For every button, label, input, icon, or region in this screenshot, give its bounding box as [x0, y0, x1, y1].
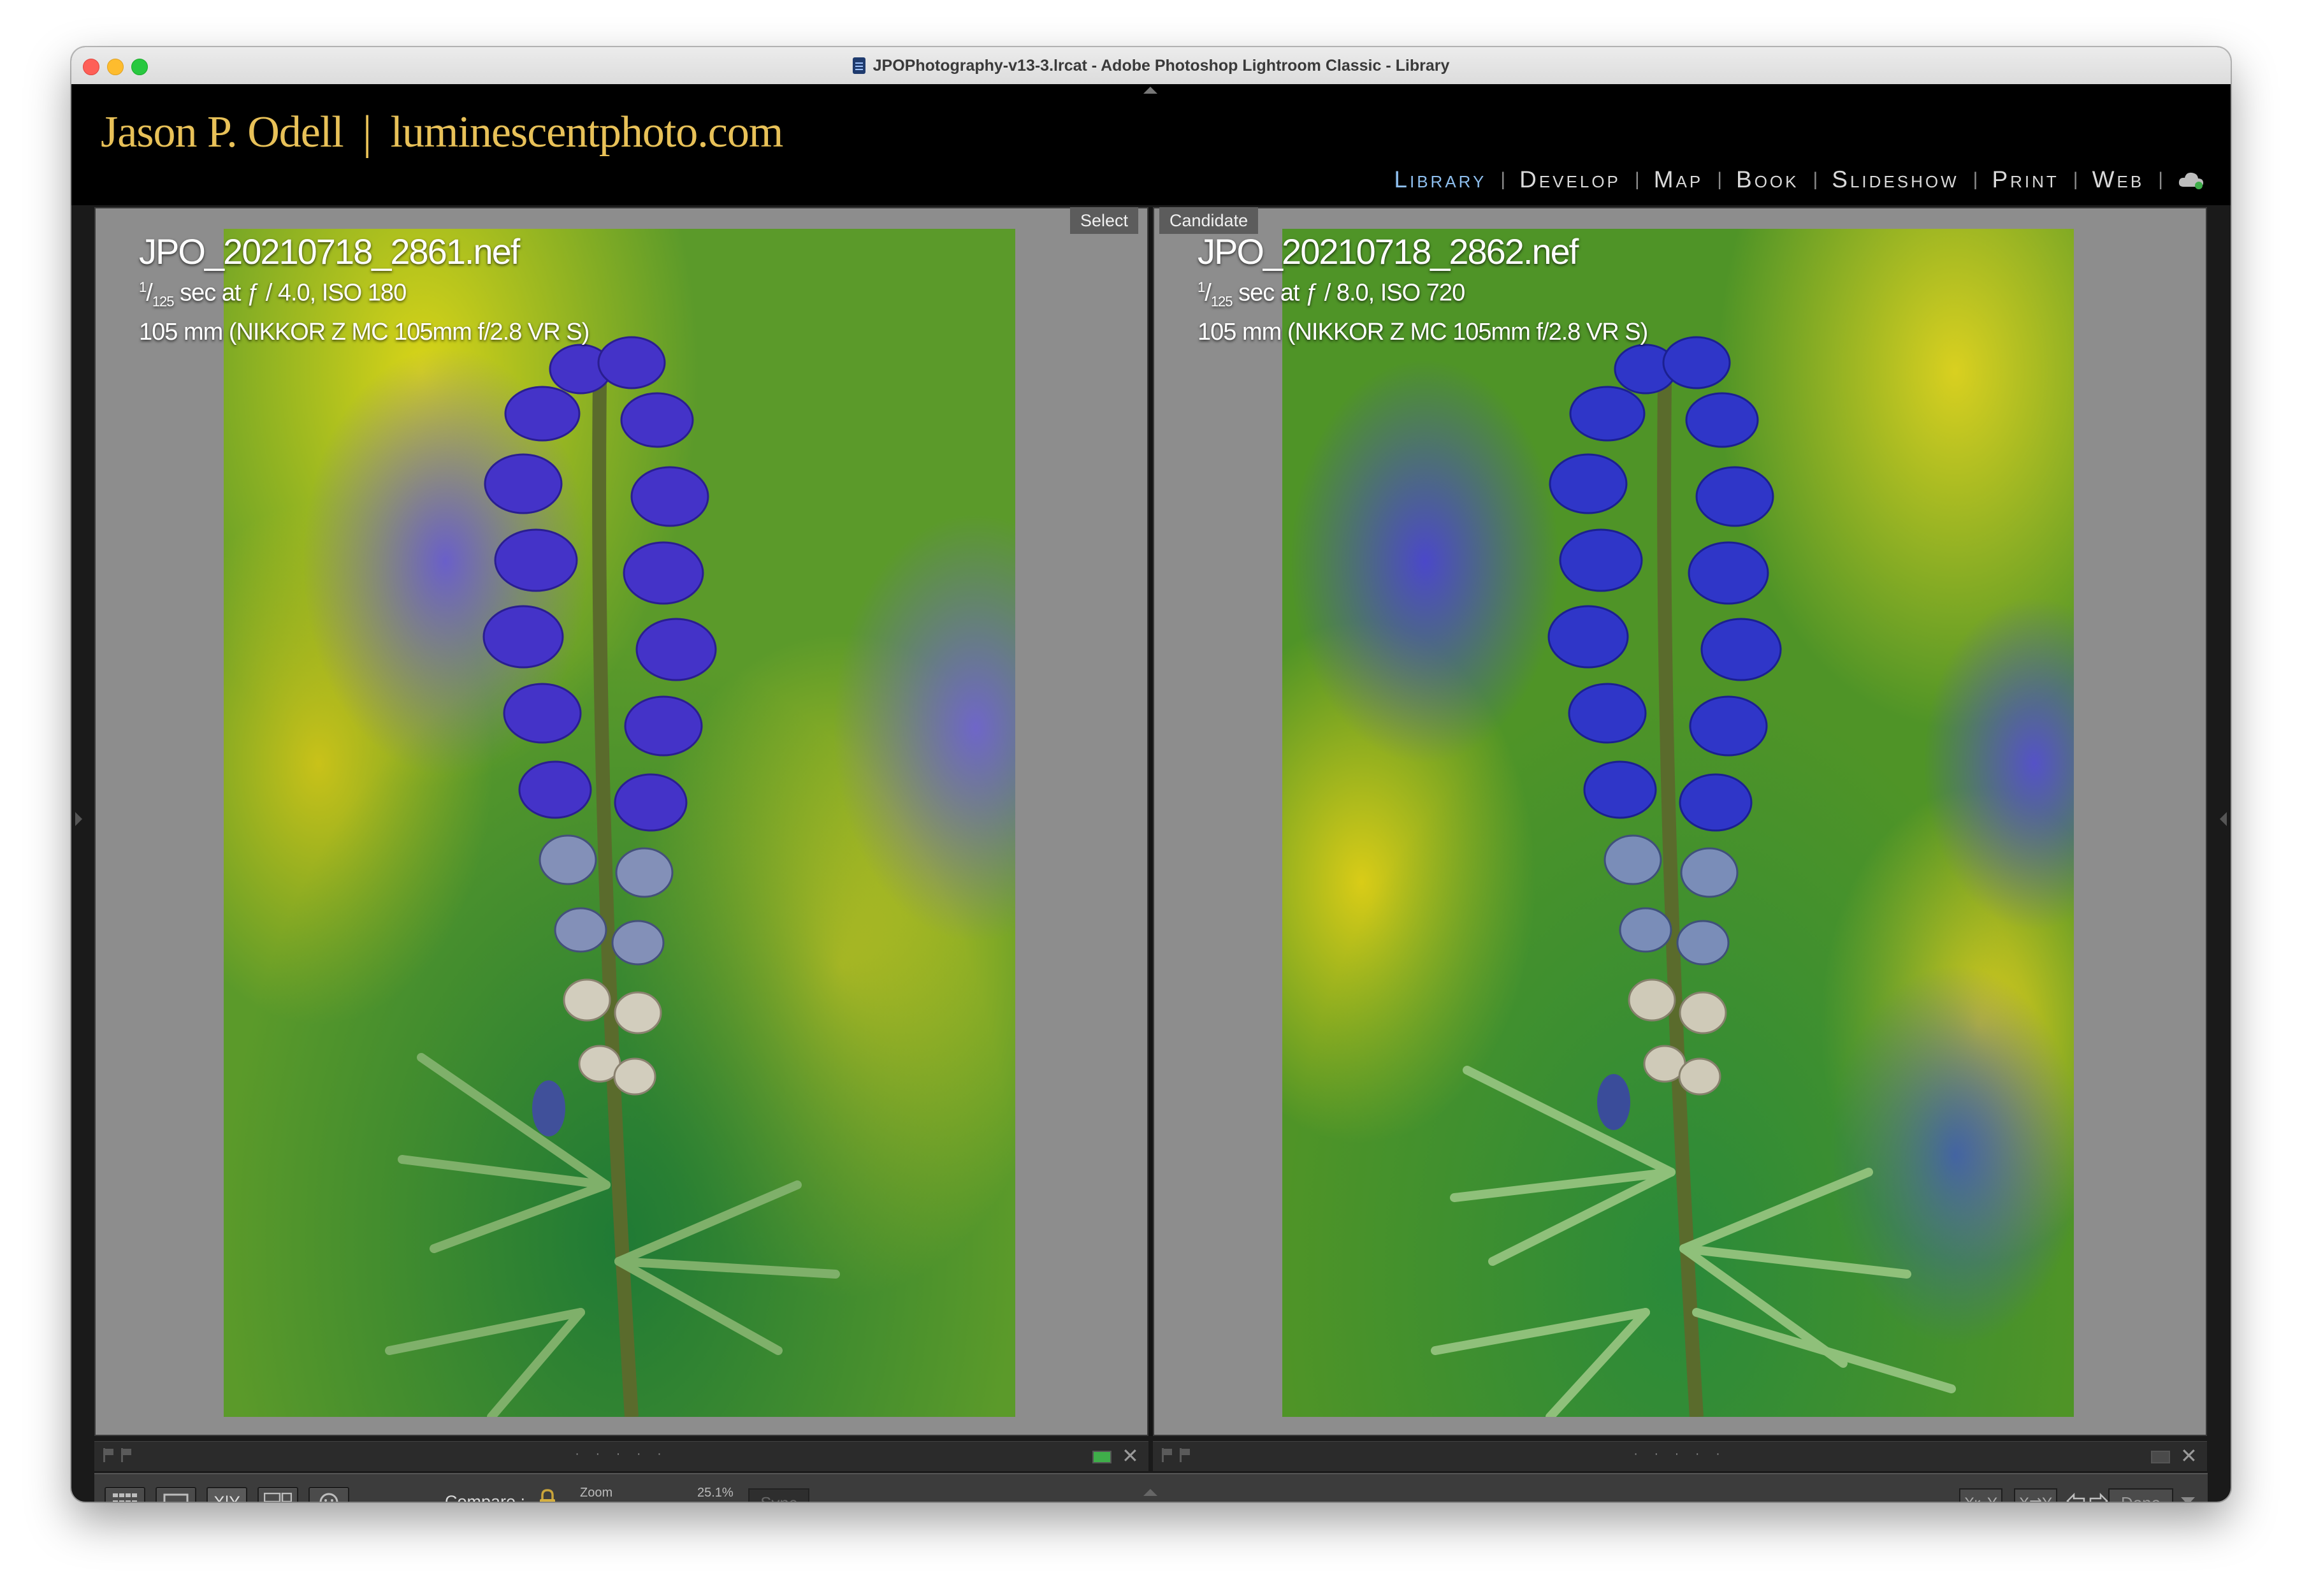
- toolbar-options-chevron-icon[interactable]: [2181, 1497, 2195, 1502]
- rating-dots[interactable]: · · · · ·: [575, 1447, 668, 1462]
- select-photo[interactable]: [224, 229, 1015, 1417]
- pane-divider: [1148, 207, 1153, 1436]
- select-filename: JPO_20210718_2861.nef: [139, 231, 520, 272]
- candidate-pane-footer: · · · · · ✕: [1153, 1441, 2207, 1471]
- catalog-document-icon: [852, 57, 865, 74]
- grid-icon: [113, 1493, 137, 1502]
- close-candidate-icon[interactable]: ✕: [2180, 1444, 2197, 1467]
- title-bar: JPOPhotography-v13-3.lrcat - Adobe Photo…: [71, 47, 2231, 85]
- left-arrow-icon[interactable]: [2065, 1490, 2088, 1502]
- select-pane[interactable]: Select JPO_20210718_2861.nef 1/125 sec a…: [94, 207, 1148, 1436]
- survey-view-button[interactable]: [257, 1487, 298, 1502]
- done-button[interactable]: Done: [2108, 1488, 2173, 1502]
- right-panel-toggle-icon[interactable]: [2220, 812, 2227, 826]
- select-lens: 105 mm (NIKKOR Z MC 105mm f/2.8 VR S): [139, 319, 590, 346]
- collapse-bottom-panel-icon[interactable]: [1143, 1489, 1157, 1496]
- loupe-icon: [163, 1493, 189, 1502]
- right-arrow-icon[interactable]: [2087, 1490, 2110, 1502]
- candidate-filename: JPO_20210718_2862.nef: [1198, 231, 1579, 272]
- module-develop[interactable]: Develop: [1519, 166, 1621, 193]
- identity-separator: |: [362, 106, 372, 159]
- lightroom-window: JPOPhotography-v13-3.lrcat - Adobe Photo…: [71, 47, 2231, 1502]
- rating-dots[interactable]: · · · · ·: [1633, 1447, 1726, 1462]
- compare-label: Compare :: [445, 1492, 526, 1502]
- module-book[interactable]: Book: [1736, 166, 1799, 193]
- identity-plate: Jason P. Odell | luminescentphoto.com: [101, 101, 783, 164]
- candidate-lens: 105 mm (NIKKOR Z MC 105mm f/2.8 VR S): [1198, 319, 1648, 346]
- pick-flag-icon[interactable]: [1180, 1448, 1190, 1462]
- people-icon: [319, 1493, 338, 1502]
- module-web[interactable]: Web: [2092, 166, 2145, 193]
- select-pane-footer: · · · · · ✕: [94, 1441, 1148, 1471]
- identity-website: luminescentphoto.com: [390, 108, 784, 157]
- module-map[interactable]: Map: [1654, 166, 1704, 193]
- window-title: JPOPhotography-v13-3.lrcat - Adobe Photo…: [872, 56, 1450, 75]
- candidate-pane[interactable]: Candidate JPO_20210718_2862.nef 1/125 se…: [1153, 207, 2207, 1436]
- module-slideshow[interactable]: Slideshow: [1832, 166, 1958, 193]
- module-print[interactable]: Print: [1992, 166, 2059, 193]
- candidate-photo-info: JPO_20210718_2862.nef 1/125 sec at ƒ / 8…: [1198, 231, 1648, 347]
- candidate-exposure: 1/125 sec at ƒ / 8.0, ISO 720: [1198, 279, 1465, 310]
- left-panel-toggle-icon[interactable]: [75, 812, 82, 826]
- people-view-button[interactable]: [308, 1487, 349, 1502]
- reject-flag-icon[interactable]: [1162, 1448, 1172, 1462]
- select-tag: Select: [1069, 207, 1138, 234]
- candidate-photo[interactable]: [1282, 229, 2074, 1417]
- module-picker: Library | Develop | Map | Book | Slidesh…: [1394, 161, 2205, 199]
- survey-icon: [264, 1493, 292, 1502]
- select-exposure: 1/125 sec at ƒ / 4.0, ISO 180: [139, 279, 407, 310]
- reject-flag-icon[interactable]: [103, 1448, 113, 1462]
- library-toolbar: X|Y Compare : Zoom 25.1% Sy: [94, 1473, 2208, 1502]
- make-select-button[interactable]: X⇤Y: [1959, 1488, 2002, 1502]
- close-select-icon[interactable]: ✕: [1122, 1444, 1139, 1467]
- lock-icon[interactable]: [538, 1488, 557, 1502]
- cloud-sync-icon[interactable]: [2177, 169, 2205, 191]
- grid-view-button[interactable]: [105, 1487, 145, 1502]
- select-photo-info: JPO_20210718_2861.nef 1/125 sec at ƒ / 4…: [139, 231, 590, 347]
- swap-button[interactable]: X⇄Y: [2014, 1488, 2057, 1502]
- candidate-tag: Candidate: [1159, 207, 1259, 234]
- module-library[interactable]: Library: [1394, 166, 1486, 193]
- sync-button[interactable]: Sync: [748, 1488, 809, 1502]
- collapse-top-panel-icon[interactable]: [1143, 87, 1157, 94]
- compare-view-button[interactable]: X|Y: [206, 1487, 247, 1502]
- identity-name: Jason P. Odell: [101, 108, 344, 157]
- zoom-label: Zoom: [580, 1486, 613, 1500]
- compare-icon: X|Y: [214, 1493, 240, 1502]
- color-label-none-icon[interactable]: [2151, 1451, 2170, 1463]
- loupe-view-button[interactable]: [156, 1487, 196, 1502]
- color-label-green-icon[interactable]: [1092, 1451, 1111, 1463]
- module-bar: Jason P. Odell | luminescentphoto.com Li…: [71, 84, 2231, 205]
- zoom-value: 25.1%: [697, 1486, 734, 1500]
- pick-flag-icon[interactable]: [121, 1448, 131, 1462]
